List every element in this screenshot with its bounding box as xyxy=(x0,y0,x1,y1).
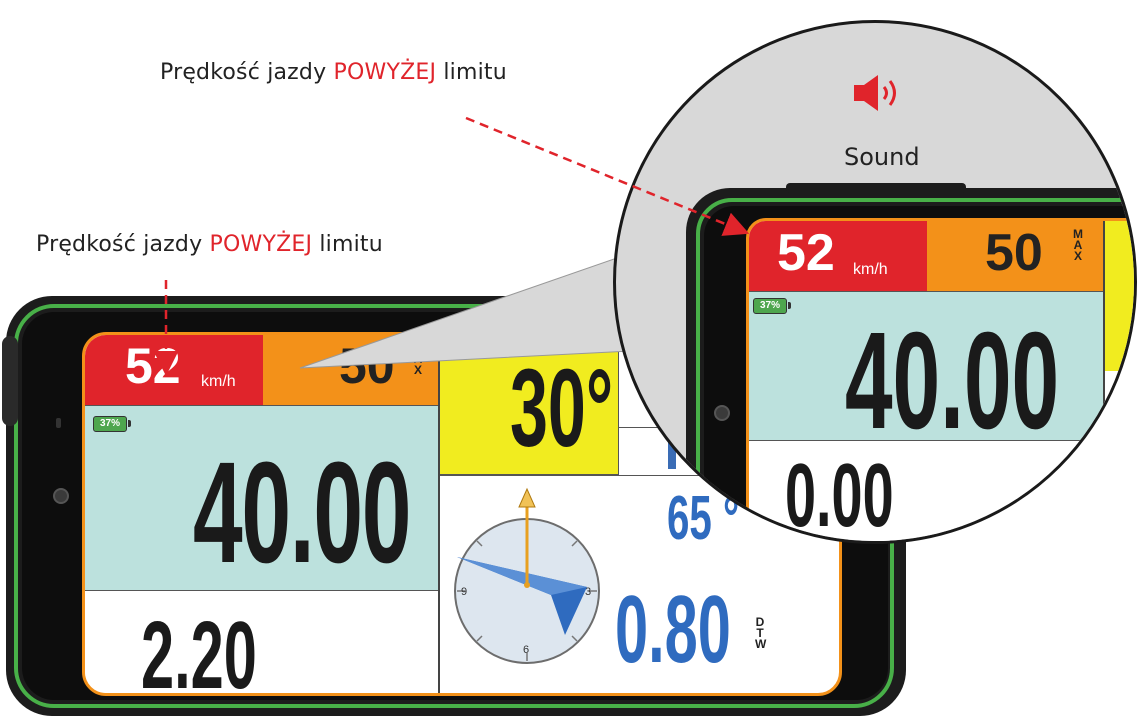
caption-left-highlight: POWYŻEJ xyxy=(209,232,313,257)
caption-left-suffix: limitu xyxy=(312,232,383,257)
arrow-top xyxy=(465,116,750,236)
caption-top-suffix: limitu xyxy=(436,60,507,85)
caption-top-highlight: POWYŻEJ xyxy=(333,60,437,85)
callout-arrows xyxy=(153,116,750,376)
caption-left: Prędkość jazdy POWYŻEJ limitu xyxy=(36,232,383,257)
caption-top: Prędkość jazdy POWYŻEJ limitu xyxy=(160,60,507,85)
caption-left-prefix: Prędkość jazdy xyxy=(36,232,210,257)
caption-top-prefix: Prędkość jazdy xyxy=(160,60,334,85)
